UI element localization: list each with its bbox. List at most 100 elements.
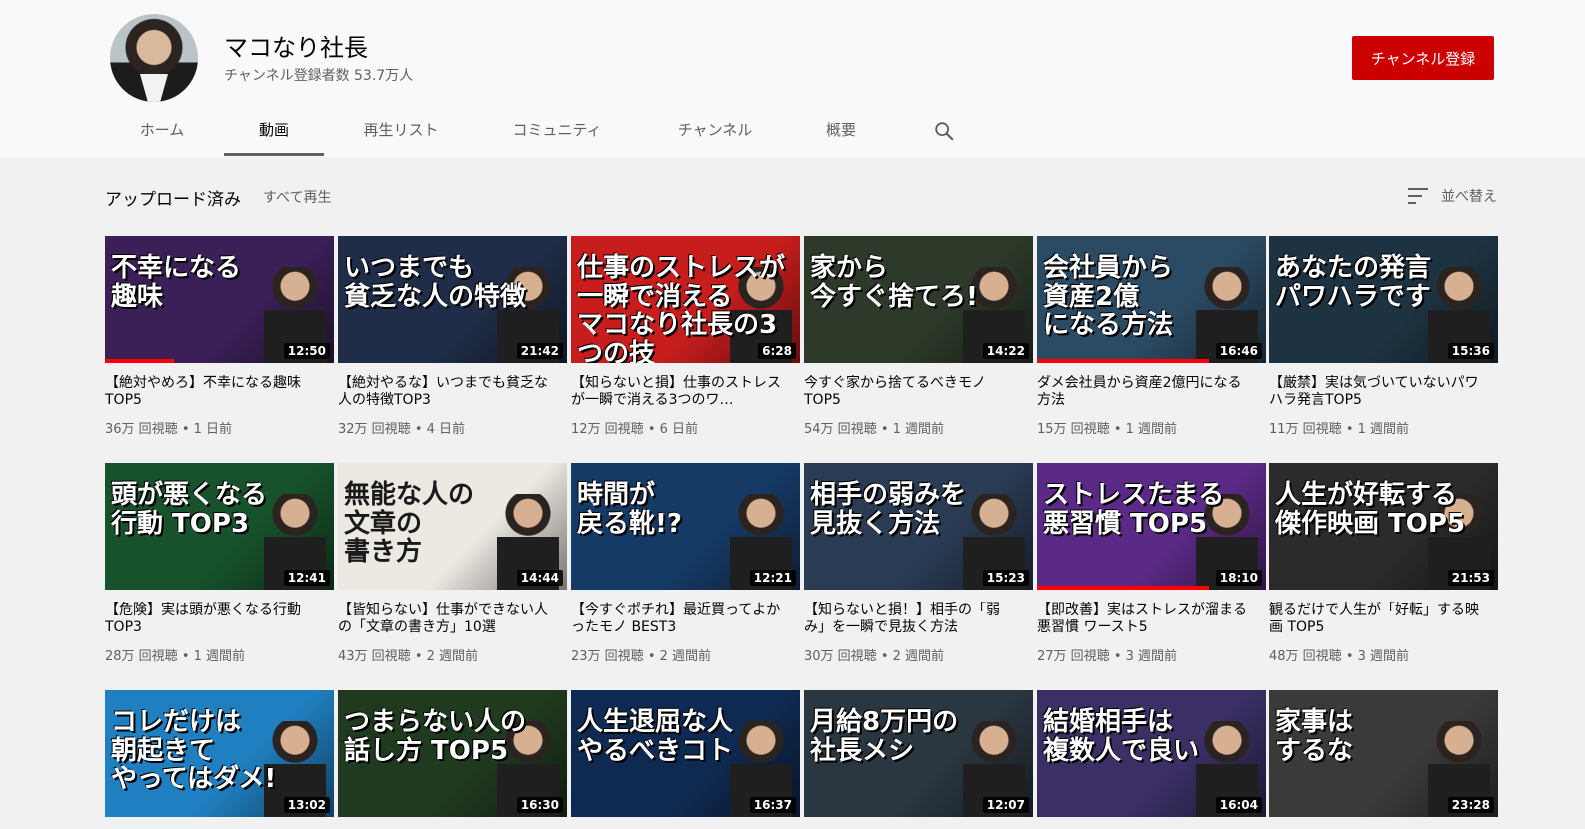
channel-avatar[interactable] <box>110 14 198 102</box>
video-thumbnail[interactable]: 会社員から 資産2億 になる方法 16:46 <box>1037 236 1266 363</box>
sort-icon <box>1408 188 1428 204</box>
upload-age: 1 日前 <box>193 422 233 437</box>
meta-separator: • <box>876 422 893 437</box>
view-count: 32万 回視聴 <box>338 422 411 437</box>
video-meta: 54万 回視聴 • 1 週間前 <box>804 418 944 437</box>
video-title[interactable]: 今すぐ家から捨てるべきモノ TOP5 <box>804 375 1014 409</box>
meta-separator: • <box>643 422 660 437</box>
channel-name: マコなり社長 <box>224 34 368 62</box>
video-title[interactable]: 【危険】実は頭が悪くなる行動 TOP3 <box>105 602 315 636</box>
duration-badge: 12:50 <box>283 343 330 359</box>
video-meta: 43万 回視聴 • 2 週間前 <box>338 645 478 664</box>
thumbnail-caption: 家から 今すぐ捨てろ! <box>810 253 978 312</box>
video-thumbnail[interactable]: 無能な人の 文章の 書き方 14:44 <box>338 463 567 590</box>
subscriber-count: チャンネル登録者数 53.7万人 <box>224 68 414 84</box>
duration-badge: 16:46 <box>1215 343 1262 359</box>
watch-progress-bar <box>1037 586 1209 590</box>
watch-progress-bar <box>1037 359 1209 363</box>
video-thumbnail[interactable]: 不幸になる 趣味 12:50 <box>105 236 334 363</box>
video-thumbnail[interactable]: 人生が好転する 傑作映画 TOP5 21:53 <box>1269 463 1498 590</box>
video-title[interactable]: 【絶対やめろ】不幸になる趣味 TOP5 <box>105 375 315 409</box>
video-thumbnail[interactable]: 時間が 戻る靴!? 12:21 <box>571 463 800 590</box>
video-title[interactable]: 【知らないと損！】相手の「弱み」を一瞬で見抜く方法 <box>804 602 1014 636</box>
duration-badge: 12:07 <box>982 797 1029 813</box>
meta-separator: • <box>177 649 194 664</box>
thumbnail-caption: あなたの発言 パワハラです <box>1275 253 1432 312</box>
video-title[interactable]: ダメ会社員から資産2億円になる方法 <box>1037 375 1247 409</box>
video-title[interactable]: 【皆知らない】仕事ができない人の「文章の書き方」10選 <box>338 602 548 636</box>
watch-progress-bar <box>105 359 174 363</box>
channel-header: マコなり社長 チャンネル登録者数 53.7万人 チャンネル登録 ホーム 動画 再… <box>0 0 1585 157</box>
view-count: 43万 回視聴 <box>338 649 411 664</box>
duration-badge: 14:22 <box>982 343 1029 359</box>
video-thumbnail[interactable]: 相手の弱みを 見抜く方法 15:23 <box>804 463 1033 590</box>
duration-badge: 16:37 <box>749 797 796 813</box>
view-count: 12万 回視聴 <box>571 422 644 437</box>
video-thumbnail[interactable]: 結婚相手は 複数人で良い 16:04 <box>1037 690 1266 817</box>
duration-badge: 6:28 <box>758 343 796 359</box>
meta-separator: • <box>410 649 427 664</box>
subscribe-button[interactable]: チャンネル登録 <box>1352 36 1494 80</box>
thumbnail-caption: 結婚相手は 複数人で良い <box>1043 707 1200 766</box>
video-thumbnail[interactable]: 家から 今すぐ捨てろ! 14:22 <box>804 236 1033 363</box>
upload-age: 1 週間前 <box>892 422 945 437</box>
thumbnail-caption: 会社員から 資産2億 になる方法 <box>1043 253 1174 341</box>
duration-badge: 21:42 <box>516 343 563 359</box>
video-meta: 48万 回視聴 • 3 週間前 <box>1269 645 1409 664</box>
duration-badge: 18:10 <box>1215 570 1262 586</box>
thumbnail-caption: コレだけは 朝起きて やってはダメ! <box>111 707 277 795</box>
video-thumbnail[interactable]: ストレスたまる 悪習慣 TOP5 18:10 <box>1037 463 1266 590</box>
meta-separator: • <box>410 422 427 437</box>
video-title[interactable]: 【厳禁】実は気づいていないパワハラ発言TOP5 <box>1269 375 1479 409</box>
duration-badge: 14:44 <box>516 570 563 586</box>
video-title[interactable]: 【即改善】実はストレスが溜まる悪習慣 ワースト5 <box>1037 602 1247 636</box>
video-thumbnail[interactable]: つまらない人の 話し方 TOP5 16:30 <box>338 690 567 817</box>
meta-separator: • <box>876 649 893 664</box>
tab-home[interactable]: ホーム <box>125 105 199 154</box>
duration-badge: 23:28 <box>1447 797 1494 813</box>
play-all-link[interactable]: すべて再生 <box>263 187 331 207</box>
duration-badge: 16:04 <box>1215 797 1262 813</box>
video-thumbnail[interactable]: あなたの発言 パワハラです 15:36 <box>1269 236 1498 363</box>
thumbnail-caption: 無能な人の 文章の 書き方 <box>344 480 475 568</box>
video-title[interactable]: 観るだけで人生が「好転」する映画 TOP5 <box>1269 602 1479 636</box>
thumbnail-caption: 時間が 戻る靴!? <box>577 480 682 539</box>
view-count: 48万 回視聴 <box>1269 649 1342 664</box>
upload-age: 4 日前 <box>426 422 466 437</box>
view-count: 36万 回視聴 <box>105 422 178 437</box>
tab-channels[interactable]: チャンネル <box>665 105 765 154</box>
video-title[interactable]: 【絶対やるな】いつまでも貧乏な人の特徴TOP3 <box>338 375 548 409</box>
active-tab-indicator <box>224 153 324 156</box>
meta-separator: • <box>1341 422 1358 437</box>
upload-age: 1 週間前 <box>1357 422 1410 437</box>
thumbnail-caption: 人生退屈な人 やるべきコト <box>577 707 734 766</box>
meta-separator: • <box>177 422 194 437</box>
thumbnail-caption: 頭が悪くなる 行動 TOP3 <box>111 480 268 539</box>
upload-age: 1 週間前 <box>1125 422 1178 437</box>
video-thumbnail[interactable]: 仕事のストレスが一瞬で消える マコなり社長の3つの技 6:28 <box>571 236 800 363</box>
thumbnail-caption: 家事は するな <box>1275 707 1354 766</box>
video-thumbnail[interactable]: 月給8万円の 社長メシ 12:07 <box>804 690 1033 817</box>
search-icon[interactable] <box>933 120 955 142</box>
video-thumbnail[interactable]: 頭が悪くなる 行動 TOP3 12:41 <box>105 463 334 590</box>
video-meta: 27万 回視聴 • 3 週間前 <box>1037 645 1177 664</box>
video-meta: 30万 回視聴 • 2 週間前 <box>804 645 944 664</box>
tab-community[interactable]: コミュニティ <box>497 105 617 154</box>
duration-badge: 21:53 <box>1447 570 1494 586</box>
video-title[interactable]: 【今すぐポチれ】最近買ってよかったモノ BEST3 <box>571 602 781 636</box>
video-thumbnail[interactable]: 人生退屈な人 やるべきコト 16:37 <box>571 690 800 817</box>
tab-playlists[interactable]: 再生リスト <box>349 105 453 154</box>
upload-age: 3 週間前 <box>1125 649 1178 664</box>
video-meta: 36万 回視聴 • 1 日前 <box>105 418 232 437</box>
tab-about[interactable]: 概要 <box>811 105 871 154</box>
upload-age: 3 週間前 <box>1357 649 1410 664</box>
duration-badge: 15:23 <box>982 570 1029 586</box>
avatar-shirt <box>140 74 168 102</box>
view-count: 28万 回視聴 <box>105 649 178 664</box>
video-thumbnail[interactable]: 家事は するな 23:28 <box>1269 690 1498 817</box>
video-thumbnail[interactable]: いつまでも 貧乏な人の特徴 21:42 <box>338 236 567 363</box>
tab-videos[interactable]: 動画 <box>224 105 324 154</box>
thumbnail-caption: 不幸になる 趣味 <box>111 253 242 312</box>
video-thumbnail[interactable]: コレだけは 朝起きて やってはダメ! 13:02 <box>105 690 334 817</box>
video-title[interactable]: 【知らないと損】仕事のストレスが一瞬で消える3つのワ… <box>571 375 781 409</box>
